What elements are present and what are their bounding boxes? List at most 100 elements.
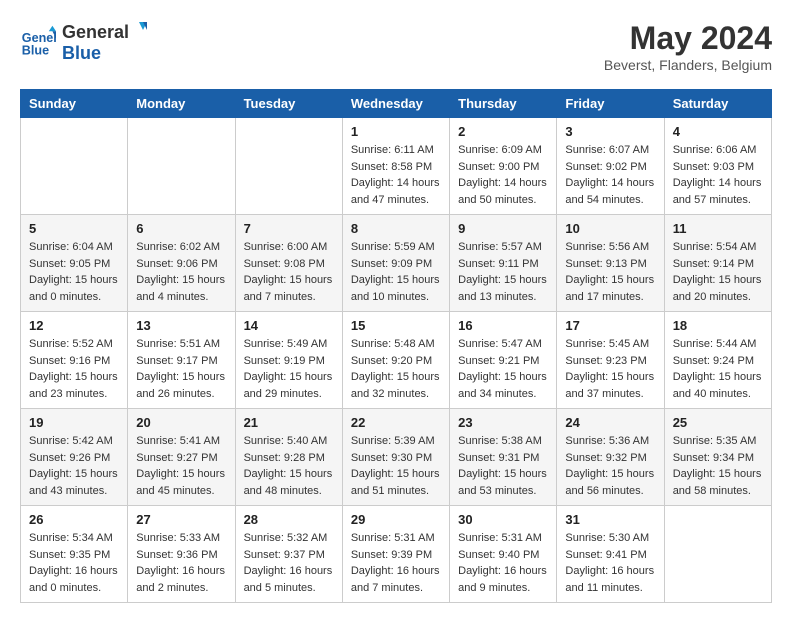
day-info: Sunrise: 5:34 AMSunset: 9:35 PMDaylight:… [29,530,119,596]
calendar-cell: 8Sunrise: 5:59 AMSunset: 9:09 PMDaylight… [342,215,449,312]
calendar-cell: 29Sunrise: 5:31 AMSunset: 9:39 PMDayligh… [342,506,449,603]
calendar-cell: 25 Sunrise: 5:35 AMSunset: 9:34 PMDayligh… [664,409,771,506]
day-info: Sunrise: 5:54 AMSunset: 9:14 PMDaylight:… [673,239,763,305]
day-number: 13 [136,318,226,333]
calendar-table: SundayMondayTuesdayWednesdayThursdayFrid… [20,89,772,603]
day-number: 7 [244,221,334,236]
day-number: 10 [565,221,655,236]
calendar-week-row: 19Sunrise: 5:42 AMSunset: 9:26 PMDayligh… [21,409,772,506]
weekday-header: Monday [128,90,235,118]
day-info: Sunrise: 5:31 AMSunset: 9:40 PMDaylight:… [458,530,548,596]
calendar-cell: 18 Sunrise: 5:44 AMSunset: 9:24 PMDayligh… [664,312,771,409]
calendar-week-row: 1 Sunrise: 6:11 AMSunset: 8:58 PMDaylight… [21,118,772,215]
calendar-cell: 13Sunrise: 5:51 AMSunset: 9:17 PMDayligh… [128,312,235,409]
logo-line2: Blue [62,43,149,64]
calendar-cell: 9 Sunrise: 5:57 AMSunset: 9:11 PMDaylight… [450,215,557,312]
day-number: 5 [29,221,119,236]
day-info: Sunrise: 5:33 AMSunset: 9:36 PMDaylight:… [136,530,226,596]
day-info: Sunrise: 5:31 AMSunset: 9:39 PMDaylight:… [351,530,441,596]
logo-arrow-icon [131,20,149,38]
day-number: 18 [673,318,763,333]
calendar-cell: 27 Sunrise: 5:33 AMSunset: 9:36 PMDayligh… [128,506,235,603]
day-number: 31 [565,512,655,527]
calendar-week-row: 5 Sunrise: 6:04 AMSunset: 9:05 PMDaylight… [21,215,772,312]
day-number: 23 [458,415,548,430]
day-info: Sunrise: 5:57 AMSunset: 9:11 PMDaylight:… [458,239,548,305]
day-info: Sunrise: 5:52 AMSunset: 9:16 PMDaylight:… [29,336,119,402]
calendar-cell: 22Sunrise: 5:39 AMSunset: 9:30 PMDayligh… [342,409,449,506]
day-info: Sunrise: 5:32 AMSunset: 9:37 PMDaylight:… [244,530,334,596]
day-info: Sunrise: 6:04 AMSunset: 9:05 PMDaylight:… [29,239,119,305]
page-header: General Blue General Blue May 2024 Bever… [20,20,772,73]
day-number: 28 [244,512,334,527]
day-info: Sunrise: 5:38 AMSunset: 9:31 PMDaylight:… [458,433,548,499]
weekday-header: Sunday [21,90,128,118]
day-info: Sunrise: 5:59 AMSunset: 9:09 PMDaylight:… [351,239,441,305]
day-number: 20 [136,415,226,430]
calendar-cell: 30Sunrise: 5:31 AMSunset: 9:40 PMDayligh… [450,506,557,603]
weekday-header: Friday [557,90,664,118]
day-number: 9 [458,221,548,236]
calendar-cell: 15 Sunrise: 5:48 AMSunset: 9:20 PMDayligh… [342,312,449,409]
day-number: 25 [673,415,763,430]
day-info: Sunrise: 5:30 AMSunset: 9:41 PMDaylight:… [565,530,655,596]
day-info: Sunrise: 5:44 AMSunset: 9:24 PMDaylight:… [673,336,763,402]
day-number: 2 [458,124,548,139]
day-number: 22 [351,415,441,430]
day-info: Sunrise: 5:56 AMSunset: 9:13 PMDaylight:… [565,239,655,305]
day-number: 21 [244,415,334,430]
logo-icon: General Blue [20,24,56,60]
day-number: 12 [29,318,119,333]
day-number: 16 [458,318,548,333]
day-info: Sunrise: 6:07 AMSunset: 9:02 PMDaylight:… [565,142,655,208]
calendar-cell: 16Sunrise: 5:47 AMSunset: 9:21 PMDayligh… [450,312,557,409]
weekday-header: Tuesday [235,90,342,118]
calendar-cell: 7 Sunrise: 6:00 AMSunset: 9:08 PMDaylight… [235,215,342,312]
day-number: 17 [565,318,655,333]
day-number: 27 [136,512,226,527]
calendar-cell: 26 Sunrise: 5:34 AMSunset: 9:35 PMDayligh… [21,506,128,603]
weekday-header: Saturday [664,90,771,118]
calendar-cell: 28 Sunrise: 5:32 AMSunset: 9:37 PMDayligh… [235,506,342,603]
calendar-cell: 24 Sunrise: 5:36 AMSunset: 9:32 PMDayligh… [557,409,664,506]
day-number: 15 [351,318,441,333]
day-number: 4 [673,124,763,139]
day-number: 3 [565,124,655,139]
calendar-cell [21,118,128,215]
day-info: Sunrise: 6:09 AMSunset: 9:00 PMDaylight:… [458,142,548,208]
calendar-body: 1 Sunrise: 6:11 AMSunset: 8:58 PMDaylight… [21,118,772,603]
calendar-cell [235,118,342,215]
calendar-cell: 20 Sunrise: 5:41 AMSunset: 9:27 PMDayligh… [128,409,235,506]
day-number: 26 [29,512,119,527]
logo: General Blue General Blue [20,20,149,64]
calendar-cell: 2 Sunrise: 6:09 AMSunset: 9:00 PMDaylight… [450,118,557,215]
calendar-cell: 10 Sunrise: 5:56 AMSunset: 9:13 PMDayligh… [557,215,664,312]
day-info: Sunrise: 5:48 AMSunset: 9:20 PMDaylight:… [351,336,441,402]
month-year-title: May 2024 [604,20,772,57]
calendar-cell: 19Sunrise: 5:42 AMSunset: 9:26 PMDayligh… [21,409,128,506]
calendar-week-row: 26 Sunrise: 5:34 AMSunset: 9:35 PMDayligh… [21,506,772,603]
calendar-cell: 14Sunrise: 5:49 AMSunset: 9:19 PMDayligh… [235,312,342,409]
day-info: Sunrise: 5:41 AMSunset: 9:27 PMDaylight:… [136,433,226,499]
calendar-cell: 6Sunrise: 6:02 AMSunset: 9:06 PMDaylight… [128,215,235,312]
calendar-week-row: 12 Sunrise: 5:52 AMSunset: 9:16 PMDayligh… [21,312,772,409]
calendar-cell: 17Sunrise: 5:45 AMSunset: 9:23 PMDayligh… [557,312,664,409]
day-info: Sunrise: 6:00 AMSunset: 9:08 PMDaylight:… [244,239,334,305]
calendar-cell [128,118,235,215]
day-info: Sunrise: 5:49 AMSunset: 9:19 PMDaylight:… [244,336,334,402]
day-number: 1 [351,124,441,139]
weekday-header: Thursday [450,90,557,118]
calendar-cell [664,506,771,603]
calendar-cell: 31 Sunrise: 5:30 AMSunset: 9:41 PMDayligh… [557,506,664,603]
day-info: Sunrise: 5:40 AMSunset: 9:28 PMDaylight:… [244,433,334,499]
calendar-cell: 11Sunrise: 5:54 AMSunset: 9:14 PMDayligh… [664,215,771,312]
title-block: May 2024 Beverst, Flanders, Belgium [604,20,772,73]
day-info: Sunrise: 5:36 AMSunset: 9:32 PMDaylight:… [565,433,655,499]
svg-text:Blue: Blue [22,44,49,58]
day-info: Sunrise: 5:35 AMSunset: 9:34 PMDaylight:… [673,433,763,499]
day-info: Sunrise: 6:06 AMSunset: 9:03 PMDaylight:… [673,142,763,208]
calendar-cell: 12 Sunrise: 5:52 AMSunset: 9:16 PMDayligh… [21,312,128,409]
day-info: Sunrise: 6:11 AMSunset: 8:58 PMDaylight:… [351,142,441,208]
day-number: 19 [29,415,119,430]
day-number: 24 [565,415,655,430]
